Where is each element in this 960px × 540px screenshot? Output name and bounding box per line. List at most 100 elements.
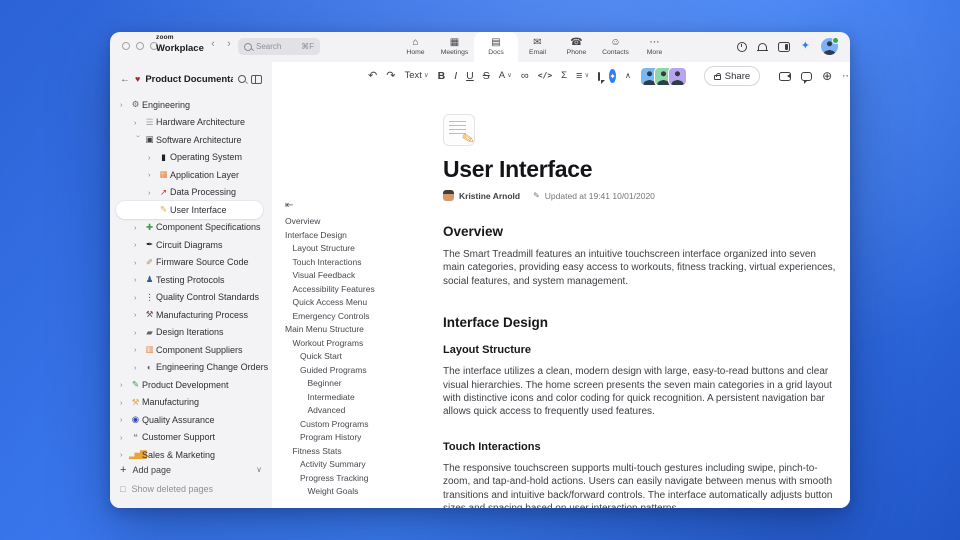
sidebar-item-user-interface[interactable]: ›✎User Interface: [116, 201, 263, 219]
page-memo-icon[interactable]: ✎: [443, 114, 477, 149]
outline-item-quick-start[interactable]: Quick Start: [285, 350, 443, 364]
doc-paragraph[interactable]: The interface utilizes a clean, modern d…: [443, 365, 839, 419]
sidebar-collapse-icon[interactable]: [251, 74, 262, 84]
list-dropdown[interactable]: ≡ ∨: [576, 70, 589, 82]
user-avatar[interactable]: [821, 37, 839, 55]
sidebar-item-quality-assurance[interactable]: › ◉ Quality Assurance: [110, 411, 272, 429]
strikethrough-button[interactable]: S: [483, 70, 490, 82]
sidebar-search-icon[interactable]: [238, 75, 246, 83]
chevron-right-icon[interactable]: ›: [134, 118, 143, 127]
chevron-right-icon[interactable]: ›: [134, 363, 143, 372]
tab-contacts[interactable]: ☺ Contacts: [596, 32, 635, 62]
chevron-right-icon[interactable]: ›: [134, 345, 143, 354]
outline-item-advanced[interactable]: Advanced: [285, 404, 443, 418]
sidebar-item-manufacturing[interactable]: › ⚒ Manufacturing: [110, 394, 272, 412]
chevron-right-icon[interactable]: ›: [120, 415, 129, 424]
sidebar-item-product-development[interactable]: › ✎ Product Development: [110, 376, 272, 394]
chat-icon[interactable]: [801, 71, 813, 84]
outline-item-program-history[interactable]: Program History: [285, 431, 443, 445]
outline-item-visual-feedback[interactable]: Visual Feedback: [285, 269, 443, 283]
outline-item-custom-programs[interactable]: Custom Programs: [285, 418, 443, 432]
document-body[interactable]: ✎ User Interface Kristine Arnold ✎ Updat…: [443, 114, 839, 508]
sidebar-item-application-layer[interactable]: › ▦ Application Layer: [110, 166, 272, 184]
comment-icon[interactable]: [598, 71, 606, 84]
outline-collapse-icon[interactable]: ⇤: [285, 200, 443, 211]
sidebar-item-data-processing[interactable]: › ↗ Data Processing: [110, 184, 272, 202]
chevron-down-icon[interactable]: ∨: [256, 465, 262, 474]
tab-home[interactable]: ⌂ Home: [396, 32, 435, 62]
global-search-input[interactable]: Search ⌘F: [238, 38, 320, 55]
sidebar-item-hardware-architecture[interactable]: › ☰ Hardware Architecture: [110, 114, 272, 132]
outline-item-accessibility-features[interactable]: Accessibility Features: [285, 283, 443, 297]
outline-item-emergency-controls[interactable]: Emergency Controls: [285, 310, 443, 324]
outline-item-fitness-stats[interactable]: Fitness Stats: [285, 445, 443, 459]
outline-item-quick-access-menu[interactable]: Quick Access Menu: [285, 296, 443, 310]
chevron-right-icon[interactable]: ›: [134, 293, 143, 302]
chevron-right-icon[interactable]: ›: [134, 240, 143, 249]
collaborator-avatar-3[interactable]: [667, 66, 687, 86]
outline-item-touch-interactions[interactable]: Touch Interactions: [285, 256, 443, 270]
sidebar-back-icon[interactable]: ←: [120, 74, 130, 85]
text-color-dropdown[interactable]: A ∨: [499, 70, 512, 82]
outline-item-overview[interactable]: Overview: [285, 215, 443, 229]
doc-heading[interactable]: Overview: [443, 224, 839, 239]
tab-phone[interactable]: ☎ Phone: [557, 32, 596, 62]
code-icon[interactable]: </>: [538, 70, 552, 82]
globe-icon[interactable]: ⊕: [822, 69, 832, 83]
minimize-window-button[interactable]: [136, 42, 144, 50]
sidebar-item-engineering[interactable]: › ⚙ Engineering: [110, 96, 272, 114]
undo-icon[interactable]: ↶: [368, 70, 377, 82]
underline-button[interactable]: U: [466, 70, 474, 82]
outline-item-guided-programs[interactable]: Guided Programs: [285, 364, 443, 378]
outline-item-weight-goals[interactable]: Weight Goals: [285, 485, 443, 499]
chevron-right-icon[interactable]: ›: [120, 398, 129, 407]
notifications-bell-icon[interactable]: [756, 43, 768, 51]
doc-sections[interactable]: Overview The Smart Treadmill features an …: [443, 224, 839, 508]
chevron-right-icon[interactable]: ›: [134, 275, 143, 284]
ai-sparkle-icon[interactable]: ✦: [801, 41, 810, 52]
formula-icon[interactable]: Σ: [561, 70, 567, 82]
sidebar-item-software-architecture[interactable]: › ▣ Software Architecture: [110, 131, 272, 149]
chevron-right-icon[interactable]: ›: [134, 258, 143, 267]
redo-icon[interactable]: ↷: [386, 70, 395, 82]
sidebar-item-engineering-change-orders[interactable]: › ◐ Engineering Change Orders: [110, 359, 272, 377]
tab-docs[interactable]: ▤ Docs: [474, 32, 518, 62]
sidebar-item-component-suppliers[interactable]: › ▥ Component Suppliers: [110, 341, 272, 359]
chevron-right-icon[interactable]: ›: [120, 100, 129, 109]
more-icon[interactable]: ⋯: [842, 71, 850, 82]
outline-item-workout-programs[interactable]: Workout Programs: [285, 337, 443, 351]
doc-paragraph[interactable]: The responsive touchscreen supports mult…: [443, 462, 839, 508]
chevron-right-icon[interactable]: ›: [148, 170, 157, 179]
outline-item-main-menu-structure[interactable]: Main Menu Structure: [285, 323, 443, 337]
sidebar-item-firmware-source-code[interactable]: › ✐ Firmware Source Code: [110, 254, 272, 272]
sidebar-item-design-iterations[interactable]: › ▰ Design Iterations: [110, 324, 272, 342]
page-title[interactable]: User Interface: [443, 156, 839, 183]
sidebar-item-testing-protocols[interactable]: › ♟ Testing Protocols: [110, 271, 272, 289]
tab-more[interactable]: ⋯ More: [635, 32, 674, 62]
share-button[interactable]: Share: [703, 66, 761, 86]
sidebar-item-operating-system[interactable]: › ▮ Operating System: [110, 149, 272, 167]
back-icon[interactable]: ‹: [206, 38, 220, 50]
outline-item-progress-tracking[interactable]: Progress Tracking: [285, 472, 443, 486]
outline-item-interface-design[interactable]: Interface Design: [285, 229, 443, 243]
chevron-right-icon[interactable]: ›: [134, 328, 143, 337]
chevron-right-icon[interactable]: ›: [134, 223, 143, 232]
doc-paragraph[interactable]: The Smart Treadmill features an intuitiv…: [443, 248, 839, 288]
outline-item-beginner[interactable]: Beginner: [285, 377, 443, 391]
link-icon[interactable]: ∞: [521, 70, 529, 82]
chevron-right-icon[interactable]: ›: [148, 153, 157, 162]
chevron-right-icon[interactable]: ›: [120, 433, 129, 442]
doc-heading[interactable]: Interface Design: [443, 315, 839, 330]
sidebar-item-customer-support[interactable]: › ❝ Customer Support: [110, 429, 272, 447]
chevron-right-icon[interactable]: ›: [120, 450, 129, 459]
chevron-right-icon[interactable]: ›: [134, 310, 143, 319]
sidebar-item-component-specifications[interactable]: › ✚ Component Specifications: [110, 219, 272, 237]
sidebar-item-quality-control-standards[interactable]: › ⋮ Quality Control Standards: [110, 289, 272, 307]
chevron-right-icon[interactable]: ›: [120, 380, 129, 389]
tab-meetings[interactable]: ▦ Meetings: [435, 32, 474, 62]
doc-heading[interactable]: Layout Structure: [443, 344, 839, 356]
tab-email[interactable]: ✉ Email: [518, 32, 557, 62]
show-deleted-pages-button[interactable]: □ Show deleted pages: [120, 479, 262, 498]
bold-button[interactable]: B: [438, 70, 446, 82]
chevron-right-icon[interactable]: ›: [148, 188, 157, 197]
